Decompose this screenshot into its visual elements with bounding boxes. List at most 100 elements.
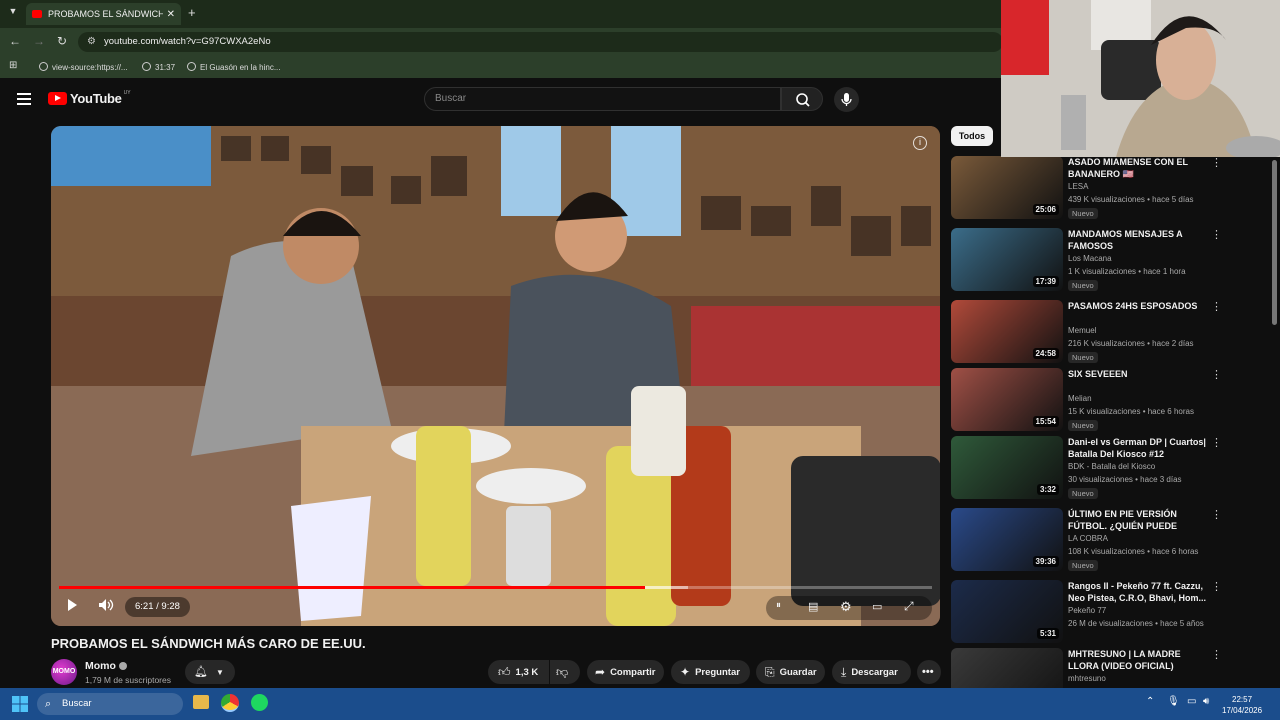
close-tab-icon[interactable]: ✕ [167,9,175,20]
more-vertical-icon[interactable]: ⋮ [1211,368,1222,381]
recommendation-item[interactable]: 15:54 SIX SEVEEEN Melian 15 K visualizacion… [951,368,1261,434]
video-thumbnail[interactable]: 39:36 [951,508,1063,571]
play-button[interactable] [65,598,79,615]
fullscreen-icon[interactable]: ⤢ [904,599,914,614]
new-tab-icon[interactable]: + [188,5,196,20]
recommendation-channel[interactable]: LA COBRA [1068,534,1108,543]
reload-icon[interactable]: ↻ [57,34,67,48]
more-vertical-icon[interactable]: ⋮ [1211,580,1222,593]
recommendation-channel[interactable]: Pekeño 77 [1068,606,1106,615]
recommendation-item[interactable]: 5:31 Rangos II - Pekeño 77 ft. Cazzu, Neo… [951,580,1261,646]
recommendation-channel[interactable]: LESA [1068,182,1088,191]
download-button[interactable]: ⤓ Descargar [832,660,911,684]
subtitles-icon[interactable]: ▤ [808,600,818,613]
autoplay-pause-icon[interactable]: ⏸ [776,600,781,611]
duration-badge: 24:58 [1032,348,1059,359]
recommendation-channel[interactable]: Los Macana [1068,254,1112,263]
chrome-icon[interactable] [221,694,239,712]
recommendation-channel[interactable]: Memuel [1068,326,1096,335]
recommendation-item[interactable]: 39:36 ÚLTIMO EN PIE VERSIÓN FÚTBOL. ¿QUIÉ… [951,508,1261,574]
scrollbar[interactable] [1272,160,1277,325]
recommendation-channel[interactable]: mhtresuno [1068,674,1106,683]
bookmark-item[interactable]: El Guasón en la hinc... [187,62,281,72]
browser-tab[interactable]: PROBAMOS EL SÁNDWICH MÁS CARO DE EE.UU. … [26,3,181,25]
recommendation-title[interactable]: ASADO MIAMENSE CON EL BANANERO 🇺🇸 [1068,156,1208,180]
bookmark-item[interactable]: 31:37 [142,62,175,72]
recommendation-title[interactable]: MANDAMOS MENSAJES A FAMOSOS [1068,228,1208,252]
play-icon [68,599,77,611]
video-thumbnail[interactable]: 3:32 [951,436,1063,499]
recommendation-title[interactable]: PASAMOS 24HS ESPOSADOS [1068,300,1208,312]
new-badge: Nuevo [1068,280,1098,291]
network-icon[interactable]: ▭ [1187,696,1196,707]
apps-grid-icon[interactable]: ⊞ [9,60,17,71]
more-actions-button[interactable]: ••• [917,660,941,684]
theater-mode-icon[interactable]: ▭ [872,600,882,613]
recommendation-item[interactable]: 17:39 MANDAMOS MENSAJES A FAMOSOS Los Maca… [951,228,1261,294]
spotify-icon[interactable] [251,694,268,711]
address-bar[interactable]: ⚙ youtube.com/watch?v=G97CWXA2eNo [78,32,1003,52]
progress-bar[interactable] [59,586,932,589]
recommendation-title[interactable]: Dani-el vs German DP | Cuartos| Batalla … [1068,436,1208,460]
back-icon[interactable]: ← [9,34,21,48]
subscription-bell-button[interactable]: 🔔︎ ▼ [185,660,235,684]
video-frame [51,126,940,626]
recommendation-meta: 108 K visualizaciones • hace 6 horas [1068,547,1199,556]
dislike-button[interactable]: 👎︎ [550,660,580,684]
tab-title: PROBAMOS EL SÁNDWICH MÁS CARO DE EE.UU. [48,9,163,19]
filter-chip-all[interactable]: Todos [951,126,993,146]
video-thumbnail[interactable]: 25:06 [951,156,1063,219]
ask-button[interactable]: ✦ Preguntar [671,660,750,684]
more-vertical-icon[interactable]: ⋮ [1211,156,1222,169]
like-button[interactable]: 👍︎ 1,3 K [488,660,549,684]
save-button[interactable]: ⎘ Guardar [756,660,825,684]
recommendation-title[interactable]: Rangos II - Pekeño 77 ft. Cazzu, Neo Pis… [1068,580,1208,604]
video-thumbnail[interactable]: 17:39 [951,228,1063,291]
recommendation-item[interactable]: 3:32 Dani-el vs German DP | Cuartos| Bata… [951,436,1261,502]
settings-gear-icon[interactable]: ⚙ [840,599,852,615]
more-vertical-icon[interactable]: ⋮ [1211,508,1222,521]
search-button[interactable] [781,87,823,111]
recommendation-title[interactable]: ÚLTIMO EN PIE VERSIÓN FÚTBOL. ¿QUIÉN PUE… [1068,508,1208,532]
recommendation-title[interactable]: MHTRESUNO | LA MADRE LLORA (VIDEO OFICIA… [1068,648,1208,672]
recommendation-item[interactable]: 25:06 ASADO MIAMENSE CON EL BANANERO 🇺🇸 LE… [951,156,1261,222]
tray-chevron-up-icon[interactable]: ⌃ [1146,696,1154,707]
more-vertical-icon[interactable]: ⋮ [1211,436,1222,449]
duration-badge: 15:54 [1032,416,1059,427]
thumbs-up-icon: 👍︎ [498,665,511,679]
search-input[interactable]: Buscar [424,87,781,111]
speaker-icon[interactable]: 🔊︎ [1203,696,1209,707]
taskbar-search-input[interactable]: ⌕ Buscar [37,693,183,715]
tab-search-icon[interactable]: ▼ [6,6,20,20]
site-info-icon[interactable]: ⚙ [87,32,96,52]
volume-button[interactable] [98,598,114,615]
new-badge: Nuevo [1068,208,1098,219]
windows-start-icon[interactable] [12,696,28,712]
more-vertical-icon[interactable]: ⋮ [1211,228,1222,241]
recommendation-title[interactable]: SIX SEVEEEN [1068,368,1208,380]
info-icon[interactable]: i [913,136,927,150]
microphone-tray-icon[interactable]: 🎙︎ [1167,696,1180,707]
recommendation-channel[interactable]: BDK - Batalla del Kiosco [1068,462,1155,471]
video-player[interactable]: i 6:21 / 9:28 ⏸ ▤ ⚙ ▭ ⤢ [51,126,940,626]
more-vertical-icon[interactable]: ⋮ [1211,300,1222,313]
file-explorer-icon[interactable] [193,695,209,709]
sparkle-icon: ✦ [680,665,691,679]
video-thumbnail[interactable]: 5:31 [951,580,1063,643]
voice-search-button[interactable] [834,87,859,112]
more-vertical-icon[interactable]: ⋮ [1211,648,1222,661]
share-button[interactable]: ➦ Compartir [587,660,664,684]
video-thumbnail[interactable]: 15:54 [951,368,1063,431]
duration-badge: 17:39 [1032,276,1059,287]
taskbar-clock[interactable]: 22:57 17/04/2026 [1222,694,1262,716]
video-thumbnail[interactable]: 24:58 [951,300,1063,363]
menu-icon[interactable] [17,93,31,105]
recommendation-item[interactable]: 24:58 PASAMOS 24HS ESPOSADOS Memuel 216 K v… [951,300,1261,366]
youtube-logo[interactable]: YouTube UY [48,90,131,106]
bookmark-item[interactable]: view-source:https://... [39,62,128,72]
recommendation-channel[interactable]: Melian [1068,394,1092,403]
search-icon: ⌕ [45,698,52,710]
channel-avatar[interactable]: MOMO [51,659,77,685]
forward-icon[interactable]: → [33,34,45,48]
channel-name[interactable]: Momo [85,660,127,672]
